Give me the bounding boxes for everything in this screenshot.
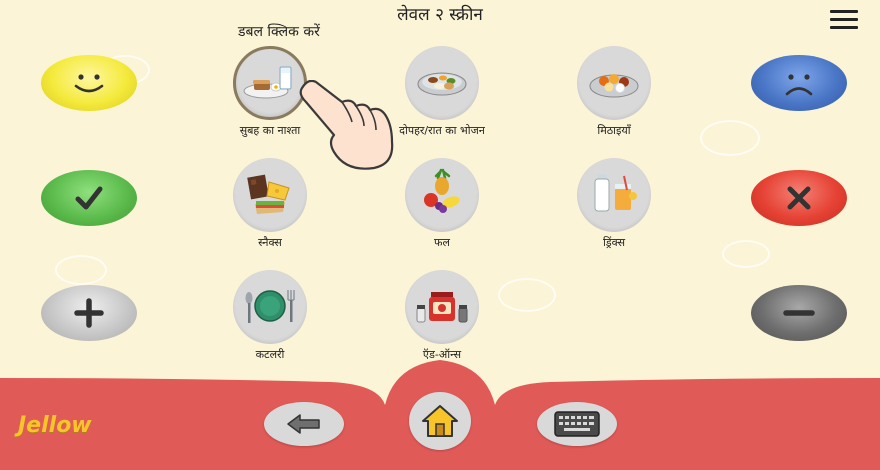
lunch-dinner-icon bbox=[417, 72, 467, 96]
category-add-ons[interactable]: ऍड-ऑन्स bbox=[367, 270, 517, 362]
category-sweets[interactable]: मिठाइयाँ bbox=[539, 46, 689, 138]
category-cutlery[interactable]: कटलरी bbox=[195, 270, 345, 362]
breakfast-icon bbox=[243, 66, 292, 99]
home-button[interactable] bbox=[409, 392, 471, 450]
no-cross-icon bbox=[787, 186, 811, 210]
like-button[interactable] bbox=[41, 55, 137, 111]
more-plus-icon bbox=[74, 298, 104, 328]
category-label: ऍड-ऑन्स bbox=[422, 348, 462, 361]
category-label: स्नैक्स bbox=[258, 236, 282, 249]
drinks-icon bbox=[594, 174, 637, 212]
no-button[interactable] bbox=[751, 170, 847, 226]
less-minus-icon bbox=[783, 310, 815, 316]
yes-button[interactable] bbox=[41, 170, 137, 226]
yes-check-icon bbox=[75, 186, 103, 210]
dislike-sad-icon bbox=[785, 74, 813, 96]
home-icon bbox=[422, 405, 458, 437]
category-sweets-tile[interactable] bbox=[577, 46, 651, 120]
category-label: मिठाइयाँ bbox=[597, 124, 631, 137]
double-click-hint: डबल क्लिक करें bbox=[238, 24, 320, 40]
like-smiley-icon bbox=[74, 74, 104, 93]
category-label: कटलरी bbox=[255, 348, 285, 361]
page-title: लेवल २ स्क्रीन bbox=[397, 5, 483, 25]
fruits-icon bbox=[424, 168, 460, 213]
keyboard-button[interactable] bbox=[537, 402, 617, 446]
category-snacks-tile[interactable] bbox=[233, 158, 307, 232]
category-snacks[interactable]: स्नैक्स bbox=[195, 158, 345, 250]
category-drinks[interactable]: ड्रिंक्स bbox=[539, 158, 689, 250]
more-button[interactable] bbox=[41, 285, 137, 341]
add-ons-icon bbox=[416, 292, 468, 323]
category-label: सुबह का नाश्ता bbox=[239, 124, 301, 137]
keyboard-icon bbox=[554, 411, 600, 437]
category-lunch-dinner[interactable]: दोपहर/रात का भोजन bbox=[367, 46, 517, 138]
category-breakfast[interactable]: सुबह का नाश्ता bbox=[195, 46, 345, 138]
background-swirl bbox=[55, 255, 107, 285]
back-button[interactable] bbox=[264, 402, 344, 446]
category-fruits-tile[interactable] bbox=[405, 158, 479, 232]
jellow-logo: Jellow bbox=[18, 413, 92, 438]
hamburger-menu-icon[interactable] bbox=[830, 10, 858, 30]
back-arrow-icon bbox=[287, 414, 320, 434]
category-label: फल bbox=[434, 236, 450, 249]
less-button[interactable] bbox=[751, 285, 847, 341]
background-swirl bbox=[722, 240, 770, 268]
dislike-button[interactable] bbox=[751, 55, 847, 111]
cutlery-icon bbox=[245, 290, 295, 323]
category-drinks-tile[interactable] bbox=[577, 158, 651, 232]
sweets-icon bbox=[589, 74, 639, 98]
category-label: दोपहर/रात का भोजन bbox=[399, 124, 485, 137]
category-breakfast-tile[interactable] bbox=[233, 46, 307, 120]
category-cutlery-tile[interactable] bbox=[233, 270, 307, 344]
category-lunch-dinner-tile[interactable] bbox=[405, 46, 479, 120]
snacks-icon bbox=[247, 174, 290, 214]
category-add-ons-tile[interactable] bbox=[405, 270, 479, 344]
background-swirl bbox=[700, 120, 760, 156]
category-fruits[interactable]: फल bbox=[367, 158, 517, 250]
category-label: ड्रिंक्स bbox=[602, 236, 626, 249]
